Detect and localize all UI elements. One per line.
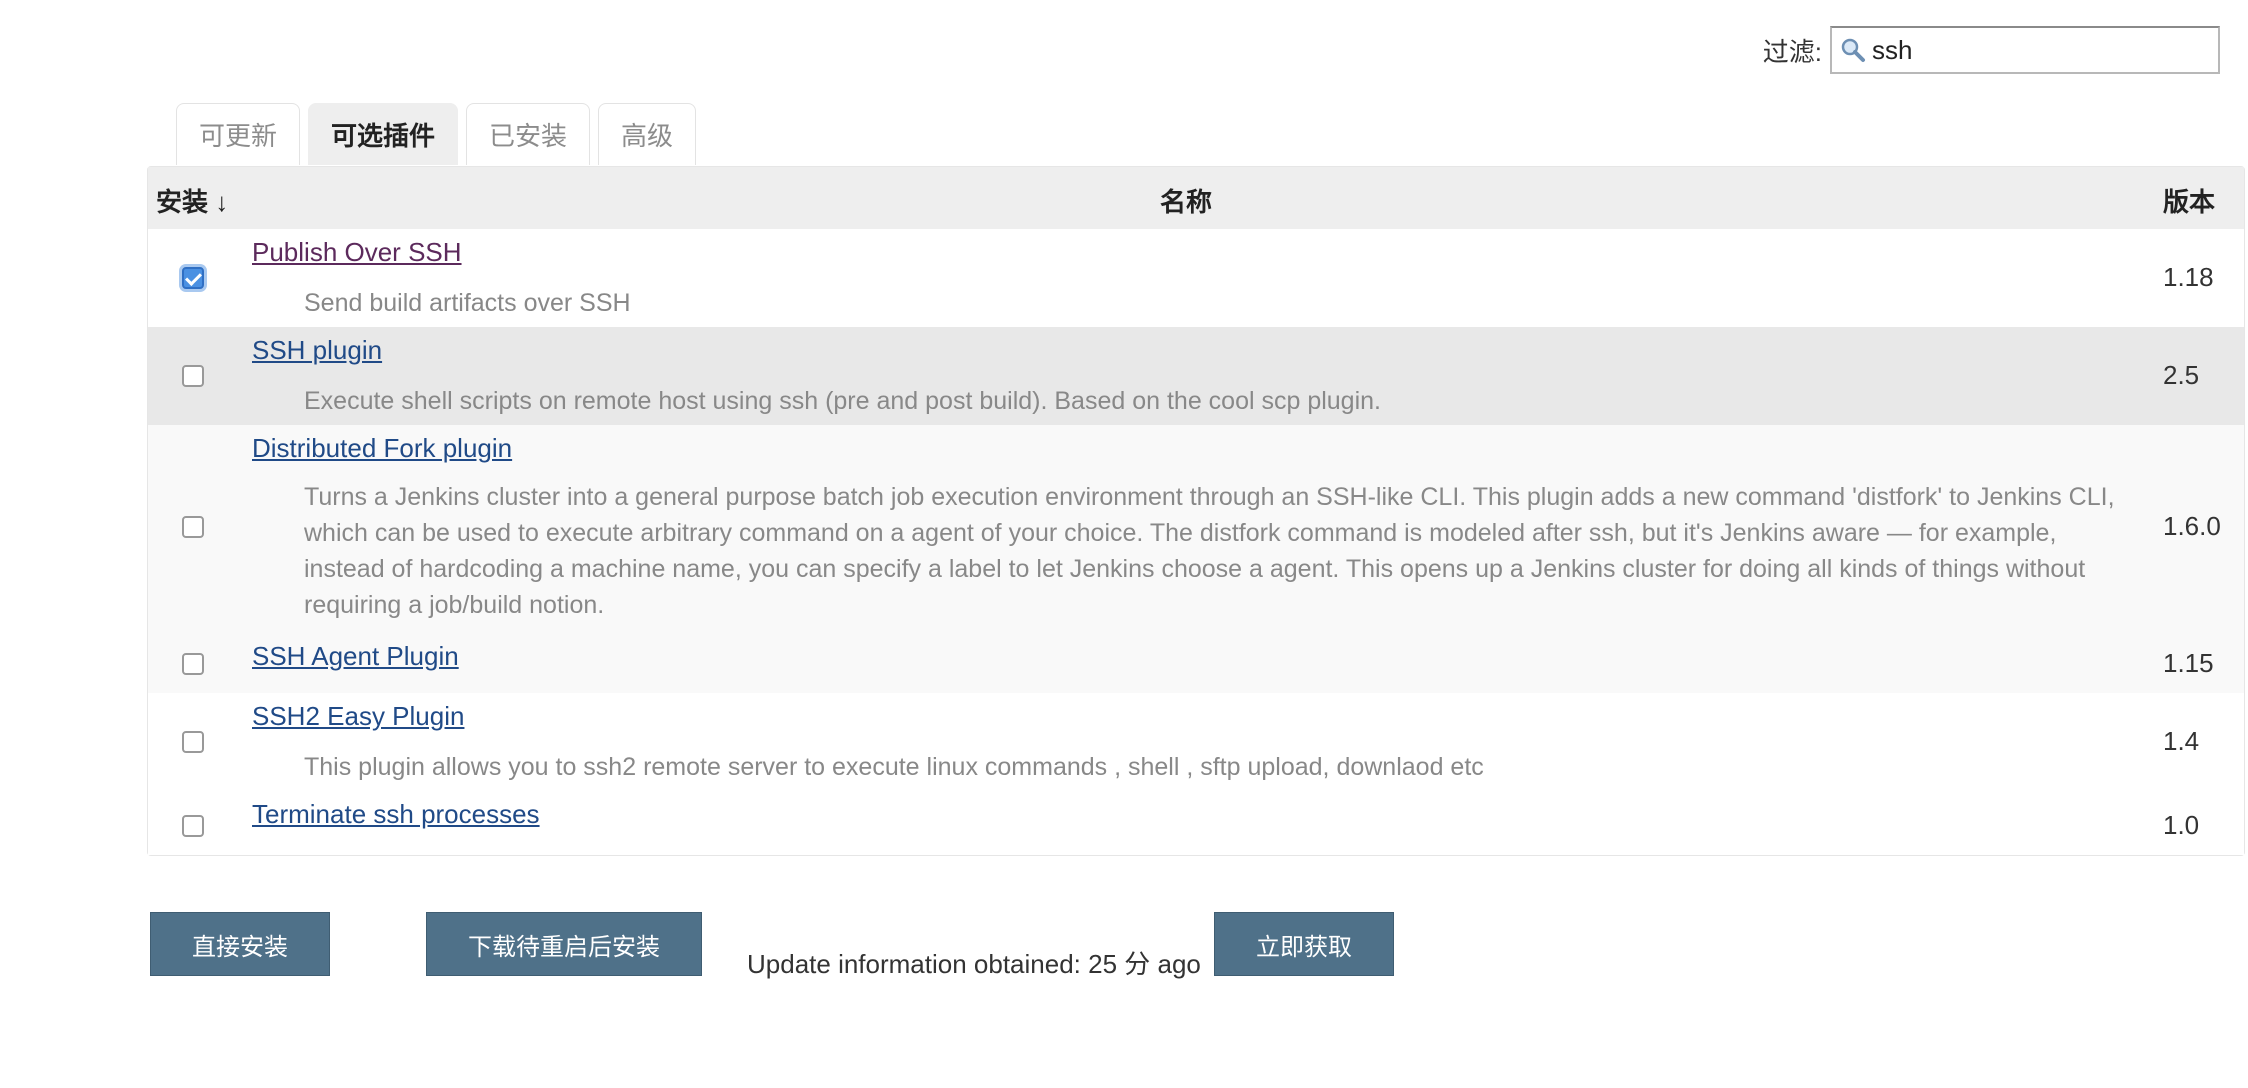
table-row: Distributed Fork plugin Turns a Jenkins … xyxy=(148,425,2244,631)
update-info-text: Update information obtained: 25 分 ago xyxy=(747,949,1201,979)
install-checkbox[interactable] xyxy=(182,516,204,538)
plugin-version: 1.15 xyxy=(2163,648,2214,678)
plugin-link[interactable]: Distributed Fork plugin xyxy=(252,433,512,464)
plugin-link[interactable]: Publish Over SSH xyxy=(252,237,462,268)
filter-field[interactable] xyxy=(1830,26,2220,74)
plugin-link[interactable]: Terminate ssh processes xyxy=(252,799,540,830)
install-checkbox[interactable] xyxy=(182,267,204,289)
table-row: Publish Over SSH Send build artifacts ov… xyxy=(148,229,2244,327)
table-header: 安装 ↓ 名称 版本 xyxy=(148,167,2244,229)
install-checkbox[interactable] xyxy=(182,731,204,753)
plugin-description: Turns a Jenkins cluster into a general p… xyxy=(304,483,2115,619)
table-row: SSH plugin Execute shell scripts on remo… xyxy=(148,327,2244,425)
plugin-description: Send build artifacts over SSH xyxy=(304,289,631,317)
tab-available[interactable]: 可选插件 xyxy=(308,103,459,165)
check-now-button[interactable]: 立即获取 xyxy=(1214,912,1394,976)
tab-installed[interactable]: 已安装 xyxy=(466,103,591,165)
plugin-version: 1.0 xyxy=(2163,810,2200,840)
plugin-version: 1.18 xyxy=(2163,262,2214,292)
header-version[interactable]: 版本 xyxy=(2163,182,2215,219)
filter-bar: 过滤: xyxy=(1763,26,2220,74)
plugin-description: This plugin allows you to ssh2 remote se… xyxy=(304,753,1484,781)
install-checkbox[interactable] xyxy=(182,365,204,387)
header-install[interactable]: 安装 ↓ xyxy=(156,182,228,219)
plugin-version: 1.6.0 xyxy=(2163,511,2221,541)
plugin-link[interactable]: SSH Agent Plugin xyxy=(252,641,459,672)
filter-label: 过滤: xyxy=(1762,36,1822,67)
table-row: SSH2 Easy Plugin This plugin allows you … xyxy=(148,693,2244,791)
install-now-button[interactable]: 直接安装 xyxy=(150,912,330,976)
plugin-version: 1.4 xyxy=(2163,726,2200,756)
header-name[interactable]: 名称 xyxy=(1160,182,1212,219)
plugin-link[interactable]: SSH plugin xyxy=(252,335,382,366)
tab-advanced[interactable]: 高级 xyxy=(598,103,697,165)
filter-input[interactable] xyxy=(1872,28,2214,72)
tab-bar: 可更新 可选插件 已安装 高级 xyxy=(176,103,697,165)
plugin-description: Execute shell scripts on remote host usi… xyxy=(304,387,1381,415)
table-row: SSH Agent Plugin 1.15 xyxy=(148,631,2244,693)
download-restart-button[interactable]: 下载待重启后安装 xyxy=(426,912,702,976)
search-icon xyxy=(1841,38,1865,62)
plugin-version: 2.5 xyxy=(2163,360,2200,390)
install-checkbox[interactable] xyxy=(182,815,204,837)
tab-updates[interactable]: 可更新 xyxy=(176,103,301,165)
install-checkbox[interactable] xyxy=(182,653,204,675)
plugin-table: 安装 ↓ 名称 版本 Publish Over SSH Send build a… xyxy=(147,166,2245,856)
table-row: Terminate ssh processes 1.0 xyxy=(148,791,2244,855)
plugin-link[interactable]: SSH2 Easy Plugin xyxy=(252,701,464,732)
